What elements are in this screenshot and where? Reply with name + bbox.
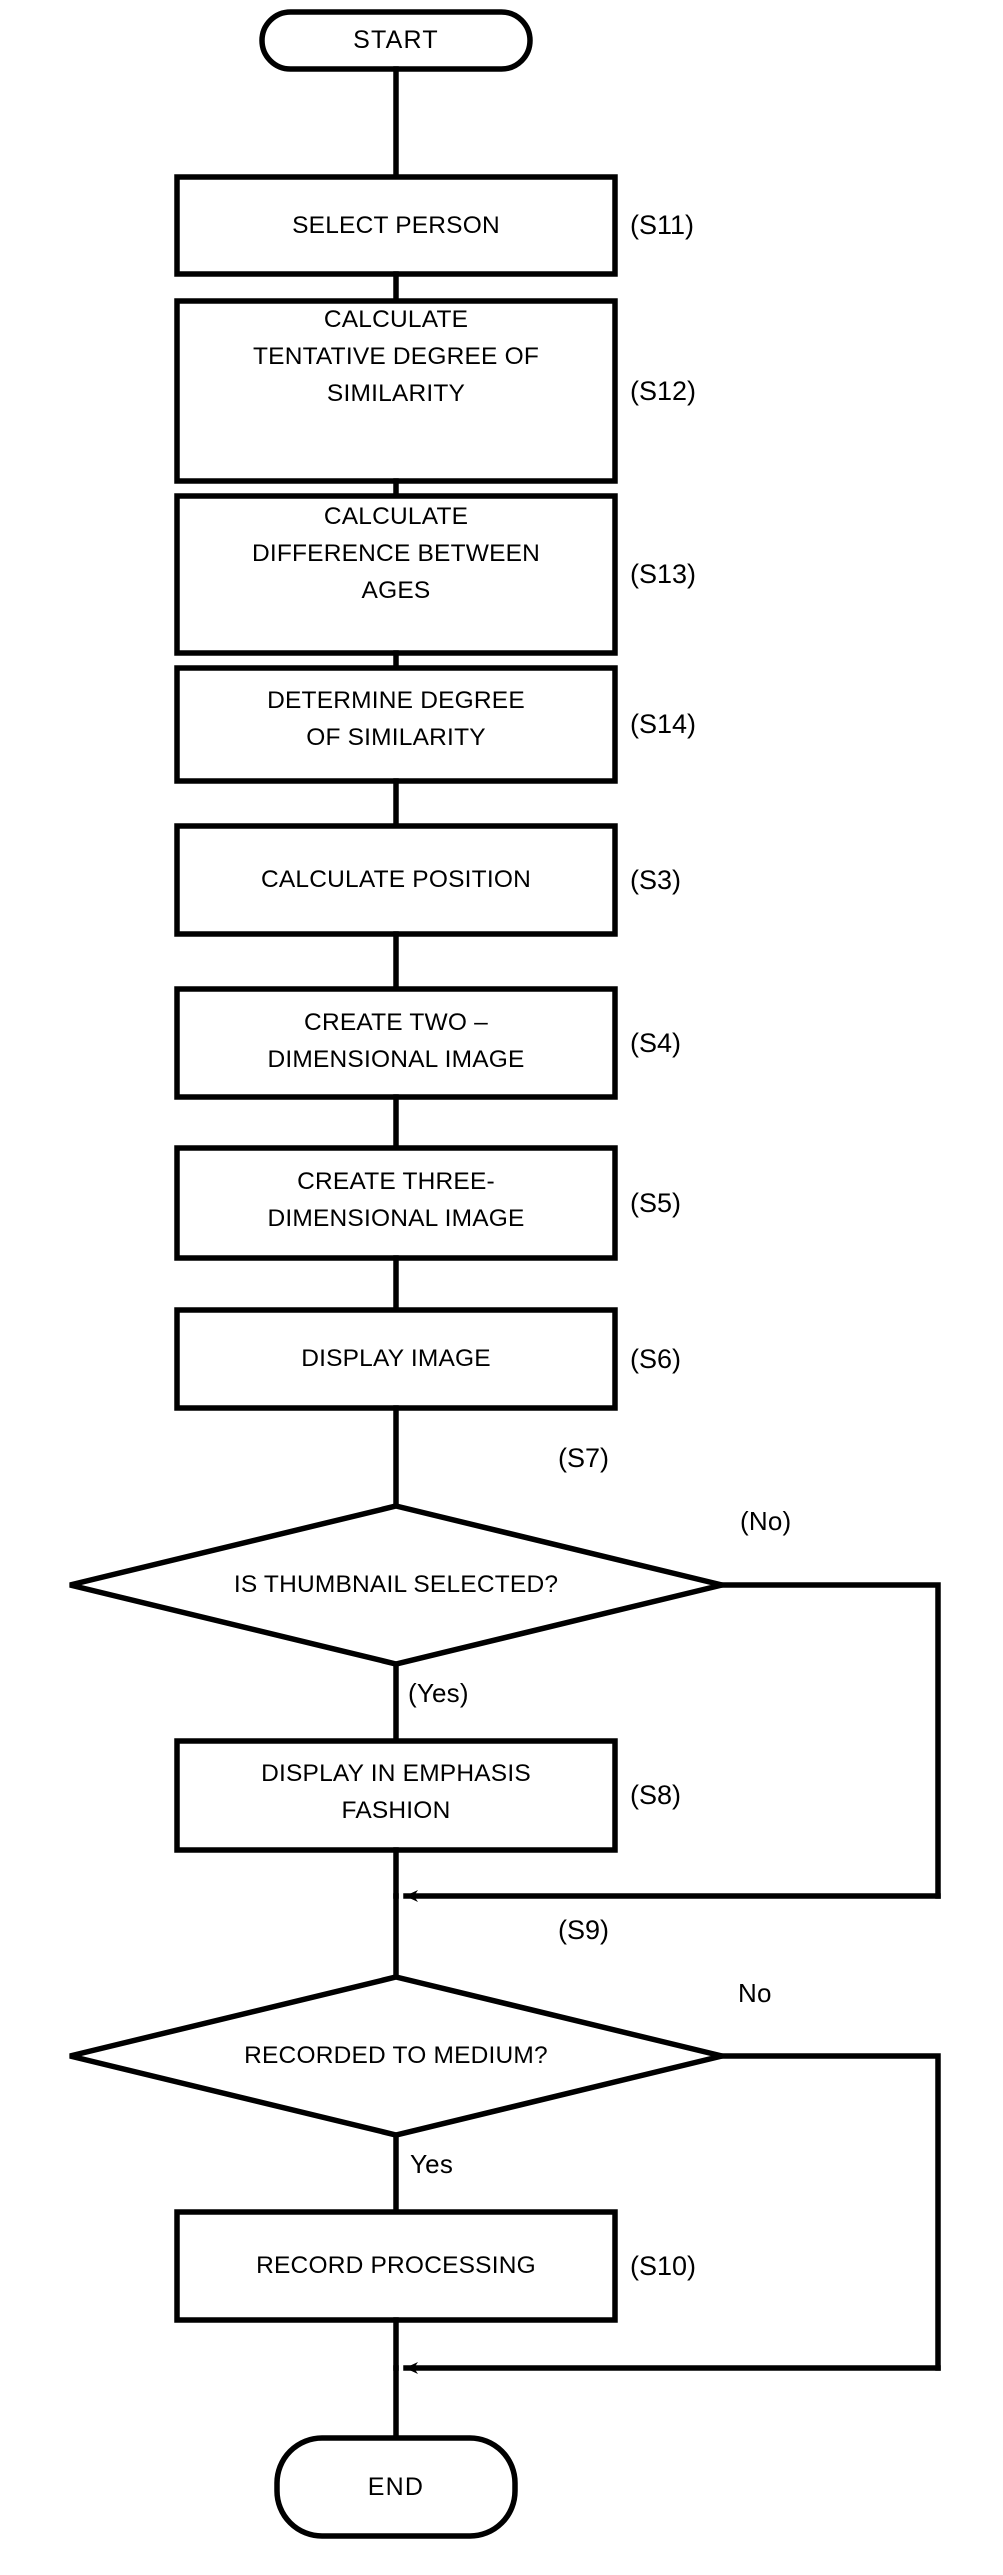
s7-yes-branch-label: (Yes)	[408, 1678, 469, 1709]
s12-step-tag: (S12)	[630, 375, 697, 406]
s14-box-label-line1: DETERMINE DEGREE	[267, 686, 525, 714]
s12-box-label-line3: SIMILARITY	[326, 379, 466, 407]
s6-step-tag: (S6)	[630, 1343, 682, 1374]
s4-box-label-line1: CREATE TWO –	[304, 1008, 488, 1036]
s9-no-branch-label: No	[738, 1978, 772, 2009]
s13-box-label-line2: DIFFERENCE BETWEEN	[251, 539, 541, 567]
s12-box-label-line1: CALCULATE	[323, 305, 469, 333]
s14-step-tag: (S14)	[630, 709, 697, 740]
s14-box-label-line2: OF SIMILARITY	[306, 723, 486, 751]
s5-box-label-line2: DIMENSIONAL IMAGE	[267, 1204, 525, 1232]
s6-box-label: DISPLAY IMAGE	[301, 1345, 491, 1373]
s9-step-tag: (S9)	[558, 1914, 610, 1945]
flowchart-canvas: START SELECT PERSON (S11) CALCULATE TENT…	[0, 0, 1003, 2575]
s10-step-tag: (S10)	[630, 2250, 697, 2281]
s13-box-label-line1: CALCULATE	[323, 502, 469, 530]
s8-step-tag: (S8)	[630, 1780, 682, 1811]
s3-box-label: CALCULATE POSITION	[261, 866, 531, 894]
s7-no-branch-label: (No)	[740, 1506, 792, 1537]
s11-step-tag: (S11)	[630, 210, 695, 241]
s13-box-label-line3: AGES	[361, 576, 431, 604]
s8-box-label-line1: DISPLAY IN EMPHASIS	[261, 1759, 531, 1787]
s13-step-tag: (S13)	[630, 559, 697, 590]
s5-step-tag: (S5)	[630, 1187, 682, 1218]
s10-box-label: RECORD PROCESSING	[256, 2252, 536, 2280]
s7-decision-label: IS THUMBNAIL SELECTED?	[233, 1571, 559, 1599]
s3-step-tag: (S3)	[630, 864, 682, 895]
s7-step-tag: (S7)	[558, 1442, 610, 1473]
s9-decision-label: RECORDED TO MEDIUM?	[244, 2042, 548, 2070]
s11-box-label: SELECT PERSON	[292, 211, 500, 239]
end-terminator-label: END	[367, 2472, 425, 2501]
start-terminator-label: START	[353, 26, 439, 55]
s8-box-label-line2: FASHION	[341, 1796, 451, 1824]
s5-box-label-line1: CREATE THREE-	[297, 1167, 495, 1195]
s4-step-tag: (S4)	[630, 1027, 682, 1058]
s12-box-label-line2: TENTATIVE DEGREE OF	[252, 342, 540, 370]
s4-box-label-line2: DIMENSIONAL IMAGE	[267, 1045, 525, 1073]
s9-yes-branch-label: Yes	[410, 2149, 454, 2180]
